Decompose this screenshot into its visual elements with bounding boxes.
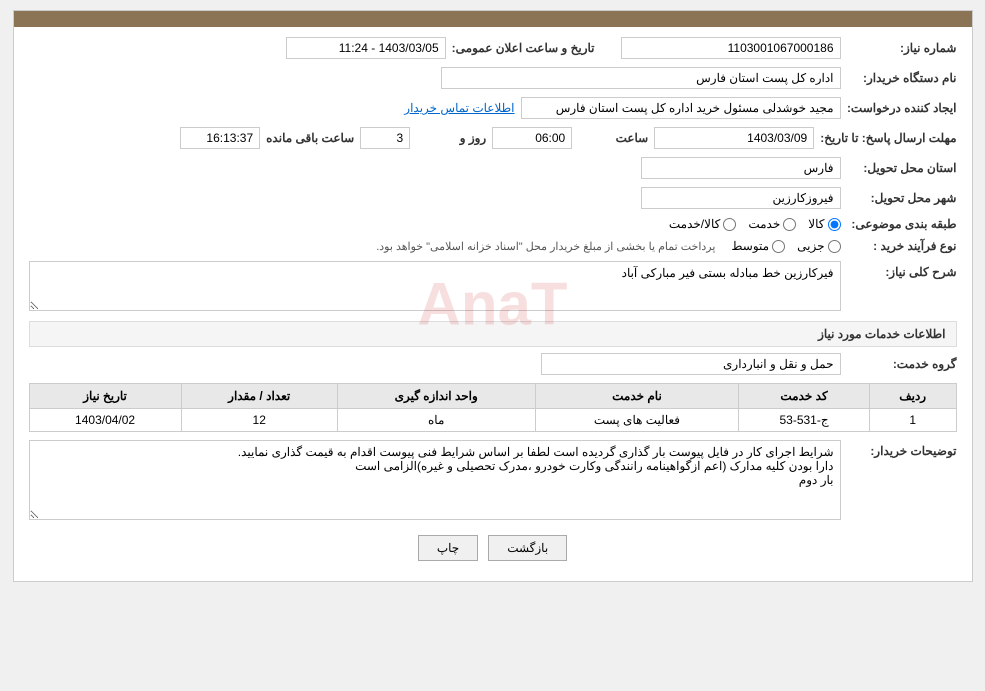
city-value: فیروزکارزین [641, 187, 841, 209]
radio-khedmat-label: خدمت [748, 217, 780, 231]
radio-motevaset[interactable] [772, 240, 785, 253]
page-content: AnaT شماره نیاز: 1103001067000186 تاریخ … [14, 27, 972, 581]
col-header-unit: واحد اندازه گیری [337, 384, 535, 409]
city-label: شهر محل تحویل: [847, 191, 957, 205]
col-header-row: ردیف [869, 384, 956, 409]
announce-date-label: تاریخ و ساعت اعلان عمومی: [452, 41, 595, 55]
remaining-value: 16:13:37 [180, 127, 260, 149]
radio-kala-khedmat[interactable] [723, 218, 736, 231]
radio-item-kala[interactable]: کالا [808, 217, 840, 231]
radio-item-jozvi[interactable]: جزیی [797, 239, 840, 253]
services-section-title: اطلاعات خدمات مورد نیاز [29, 321, 957, 347]
page-header [14, 11, 972, 27]
purchase-type-label: نوع فرآیند خرید : [847, 239, 957, 253]
response-days-label: روز و [416, 131, 486, 145]
province-label: استان محل تحویل: [847, 161, 957, 175]
radio-kala-khedmat-label: کالا/خدمت [669, 217, 720, 231]
services-table-section: ردیف کد خدمت نام خدمت واحد اندازه گیری ت… [29, 383, 957, 432]
radio-kala-label: کالا [808, 217, 824, 231]
radio-kala[interactable] [828, 218, 841, 231]
radio-khedmat[interactable] [783, 218, 796, 231]
col-header-date: تاریخ نیاز [29, 384, 181, 409]
buyer-notes-label: توضیحات خریدار: [847, 440, 957, 458]
remaining-label: ساعت باقی مانده [266, 131, 354, 145]
response-deadline-label: مهلت ارسال پاسخ: تا تاریخ: [820, 131, 956, 145]
row-buyer-notes: توضیحات خریدار: [29, 440, 957, 520]
creator-value: مجید خوشدلی مسئول خرید اداره کل پست استا… [521, 97, 841, 119]
buyer-org-label: نام دستگاه خریدار: [847, 71, 957, 85]
services-table: ردیف کد خدمت نام خدمت واحد اندازه گیری ت… [29, 383, 957, 432]
province-value: فارس [641, 157, 841, 179]
description-textarea[interactable] [29, 261, 841, 311]
row-city: شهر محل تحویل: فیروزکارزین [29, 187, 957, 209]
button-row: بازگشت چاپ [29, 535, 957, 561]
announce-date-value: 1403/03/05 - 11:24 [286, 37, 446, 59]
col-header-name: نام خدمت [535, 384, 739, 409]
service-group-label: گروه خدمت: [847, 357, 957, 371]
radio-motevaset-label: متوسط [731, 239, 769, 253]
main-container: AnaT شماره نیاز: 1103001067000186 تاریخ … [13, 10, 973, 582]
purchase-type-radio-group: جزیی متوسط [731, 239, 840, 253]
category-radio-group: کالا خدمت کالا/خدمت [669, 217, 841, 231]
table-row: 1ج-531-53فعالیت های پستماه121403/04/02 [29, 409, 956, 432]
response-days-value: 3 [360, 127, 410, 149]
row-purchase-type: نوع فرآیند خرید : جزیی متوسط پرداخت تمام… [29, 239, 957, 253]
description-label: شرح کلی نیاز: [847, 261, 957, 279]
response-time-label: ساعت [578, 131, 648, 145]
col-header-code: کد خدمت [739, 384, 870, 409]
category-label: طبقه بندی موضوعی: [847, 217, 957, 231]
radio-jozvi[interactable] [828, 240, 841, 253]
col-header-qty: تعداد / مقدار [181, 384, 337, 409]
print-button[interactable]: چاپ [418, 535, 478, 561]
row-description: شرح کلی نیاز: [29, 261, 957, 311]
row-service-group: گروه خدمت: حمل و نقل و انبارداری [29, 353, 957, 375]
service-group-value: حمل و نقل و انبارداری [541, 353, 841, 375]
radio-item-khedmat[interactable]: خدمت [748, 217, 796, 231]
row-need-number: شماره نیاز: 1103001067000186 تاریخ و ساع… [29, 37, 957, 59]
purchase-note: پرداخت تمام یا بخشی از مبلغ خریدار محل "… [376, 240, 715, 253]
creator-label: ایجاد کننده درخواست: [847, 101, 957, 115]
buyer-org-value: اداره کل پست استان فارس [441, 67, 841, 89]
row-category: طبقه بندی موضوعی: کالا خدمت کالا/خدمت [29, 217, 957, 231]
back-button[interactable]: بازگشت [488, 535, 567, 561]
buyer-notes-textarea[interactable] [29, 440, 841, 520]
need-number-value: 1103001067000186 [621, 37, 841, 59]
row-response-deadline: مهلت ارسال پاسخ: تا تاریخ: 1403/03/09 سا… [29, 127, 957, 149]
creator-contact-link[interactable]: اطلاعات تماس خریدار [404, 101, 514, 115]
radio-item-kala-khedmat[interactable]: کالا/خدمت [669, 217, 736, 231]
radio-jozvi-label: جزیی [797, 239, 824, 253]
row-province: استان محل تحویل: فارس [29, 157, 957, 179]
row-buyer-org: نام دستگاه خریدار: اداره کل پست استان فا… [29, 67, 957, 89]
response-time-value: 06:00 [492, 127, 572, 149]
radio-item-motevaset[interactable]: متوسط [731, 239, 785, 253]
response-date-value: 1403/03/09 [654, 127, 814, 149]
need-number-label: شماره نیاز: [847, 41, 957, 55]
row-creator: ایجاد کننده درخواست: مجید خوشدلی مسئول خ… [29, 97, 957, 119]
